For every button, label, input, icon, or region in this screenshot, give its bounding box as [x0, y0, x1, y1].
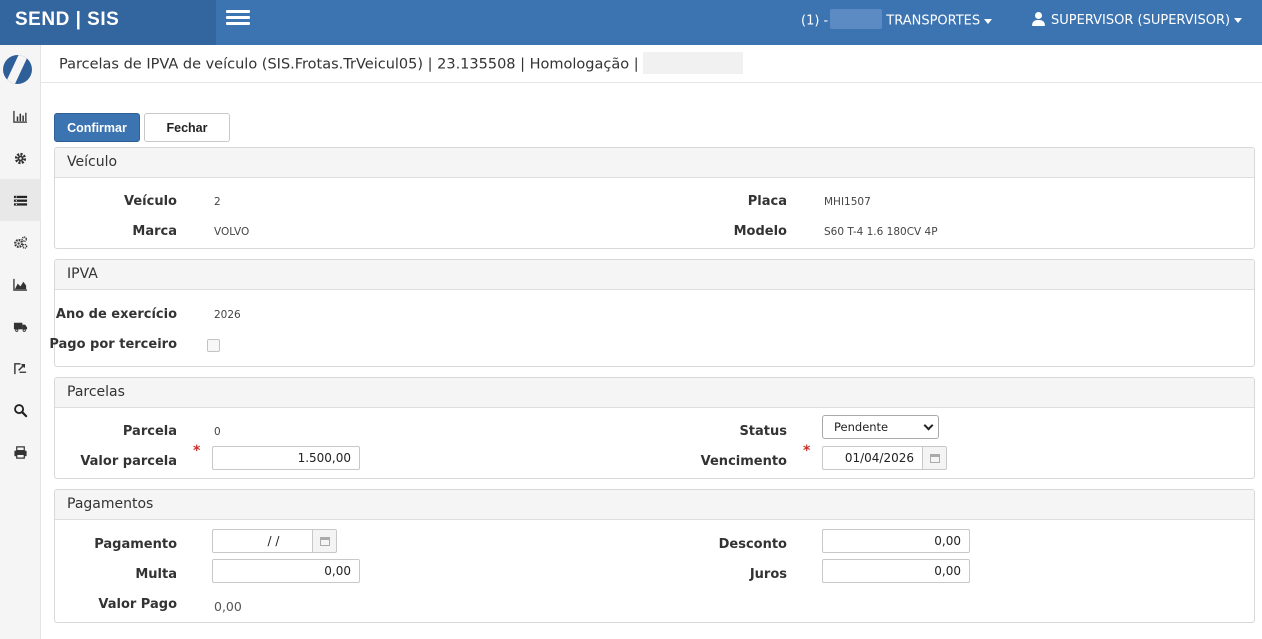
- brand-logo[interactable]: SEND | SIS: [0, 0, 216, 45]
- panel-parcelas: Parcelas Parcela 0 Status Pendente * Val…: [54, 377, 1255, 479]
- close-button[interactable]: Fechar: [144, 113, 230, 142]
- multa-input[interactable]: [212, 559, 360, 583]
- sidebar-item-settings[interactable]: [0, 137, 41, 179]
- juros-label: Juros: [749, 567, 787, 582]
- company-logo-icon[interactable]: [3, 55, 32, 84]
- sidebar-item-export[interactable]: [0, 347, 41, 389]
- search-icon: [14, 403, 28, 417]
- user-name: SUPERVISOR (SUPERVISOR): [1051, 13, 1231, 28]
- panel-ipva: IPVA Ano de exercício 2026 Pago por terc…: [49, 259, 1255, 367]
- page-title: Parcelas de IPVA de veículo (SIS.Frotas.…: [59, 52, 743, 74]
- placa-label: Placa: [747, 194, 787, 209]
- valor-parcela-label: Valor parcela: [80, 454, 177, 469]
- parcela-label: Parcela: [122, 424, 177, 439]
- sidebar: [0, 45, 41, 639]
- list-icon: [13, 195, 28, 206]
- top-bar: SEND | SIS (1) - TRANSPORTES SUPERVISOR (…: [0, 0, 1262, 45]
- company-name: TRANSPORTES: [886, 13, 981, 29]
- sidebar-item-fleet[interactable]: [0, 305, 41, 347]
- status-selected-value: Pendente: [834, 420, 889, 434]
- menu-toggle-icon[interactable]: [226, 10, 250, 28]
- company-selector[interactable]: (1) - TRANSPORTES: [801, 9, 993, 29]
- modelo-value: S60 T-4 1.6 180CV 4P: [824, 226, 938, 238]
- caret-down-icon: [1234, 18, 1243, 23]
- juros-input[interactable]: [822, 559, 970, 583]
- sidebar-item-search[interactable]: [0, 389, 41, 431]
- gears-icon: [14, 235, 28, 249]
- panel-pagamentos: Pagamentos Pagamento Desconto Multa Juro…: [54, 489, 1255, 623]
- veiculo-label: Veículo: [124, 194, 177, 209]
- bar-chart-icon: [13, 110, 28, 123]
- panel-veiculo-header: Veículo: [55, 148, 1254, 178]
- export-icon: [14, 362, 27, 374]
- marca-value: VOLVO: [214, 226, 250, 238]
- confirm-button[interactable]: Confirmar: [54, 113, 140, 142]
- ano-exercicio-value: 2026: [214, 309, 241, 321]
- ano-exercicio-label: Ano de exercício: [55, 307, 177, 322]
- status-label: Status: [739, 424, 787, 439]
- redacted-company: [830, 9, 883, 29]
- redacted-environment: [642, 52, 743, 74]
- vencimento-input[interactable]: [822, 446, 923, 470]
- panel-pagamentos-header: Pagamentos: [55, 490, 1254, 520]
- truck-icon: [13, 322, 28, 332]
- print-icon: [14, 445, 27, 459]
- sidebar-item-list[interactable]: [0, 179, 41, 221]
- pagamento-date-picker: [212, 529, 337, 553]
- parcela-value: 0: [214, 426, 221, 438]
- valor-pago-label: Valor Pago: [98, 597, 177, 612]
- pago-terceiro-checkbox[interactable]: [207, 339, 220, 352]
- vencimento-calendar-button[interactable]: [923, 446, 947, 470]
- gear-icon: [14, 152, 27, 164]
- panel-veiculo: Veículo Veículo 2 Placa MHI1507 Marca VO…: [54, 147, 1255, 249]
- pagamento-calendar-button[interactable]: [313, 529, 337, 553]
- sidebar-item-reports[interactable]: [0, 263, 41, 305]
- required-marker: *: [193, 443, 201, 459]
- company-prefix: (1) -: [801, 13, 829, 29]
- valor-pago-value: 0,00: [214, 599, 242, 614]
- modelo-label: Modelo: [733, 224, 787, 239]
- panel-parcelas-header: Parcelas: [55, 378, 1254, 408]
- user-menu[interactable]: SUPERVISOR (SUPERVISOR): [1032, 12, 1243, 28]
- marca-label: Marca: [132, 224, 177, 239]
- placa-value: MHI1507: [824, 196, 871, 208]
- sidebar-item-dashboard[interactable]: [0, 95, 41, 137]
- chevron-down-icon: [923, 420, 934, 431]
- panel-ipva-header: IPVA: [55, 260, 1254, 290]
- status-select[interactable]: Pendente: [822, 415, 939, 439]
- sidebar-item-print[interactable]: [0, 431, 41, 473]
- pagamento-input[interactable]: [212, 529, 313, 553]
- vencimento-label: Vencimento: [700, 454, 787, 469]
- desconto-label: Desconto: [718, 537, 787, 552]
- area-chart-icon: [13, 278, 28, 291]
- title-divider: [41, 82, 1262, 83]
- valor-parcela-input[interactable]: [212, 446, 360, 470]
- caret-down-icon: [984, 18, 993, 24]
- pagamento-label: Pagamento: [94, 537, 177, 552]
- desconto-input[interactable]: [822, 529, 970, 553]
- sidebar-item-configuration[interactable]: [0, 221, 41, 263]
- required-marker: *: [803, 443, 811, 459]
- vencimento-date-picker: [822, 446, 947, 470]
- multa-label: Multa: [135, 567, 177, 582]
- calendar-icon: [930, 454, 940, 463]
- page-title-text: Parcelas de IPVA de veículo (SIS.Frotas.…: [59, 56, 639, 73]
- pago-terceiro-label: Pago por terceiro: [49, 337, 177, 352]
- user-icon: [1032, 12, 1045, 26]
- veiculo-value: 2: [214, 196, 221, 208]
- calendar-icon: [320, 537, 330, 546]
